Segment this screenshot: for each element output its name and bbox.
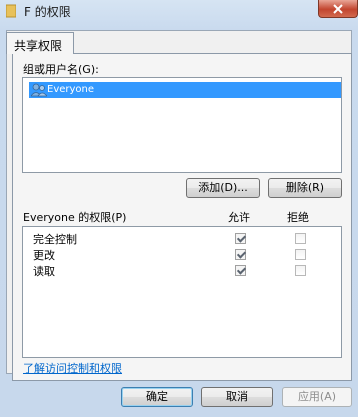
- learn-access-control-link[interactable]: 了解访问控制和权限: [23, 360, 122, 376]
- title-bar: F 的权限: [0, 0, 358, 22]
- folder-icon: [6, 4, 16, 18]
- permission-name: 读取: [33, 265, 55, 278]
- deny-read-checkbox[interactable]: [295, 265, 306, 276]
- deny-column-label: 拒绝: [287, 211, 309, 224]
- ok-button[interactable]: 确定: [121, 387, 193, 407]
- allow-full-control-checkbox[interactable]: [235, 233, 246, 244]
- remove-button[interactable]: 删除(R): [268, 178, 342, 198]
- users-listbox[interactable]: Everyone: [22, 77, 342, 173]
- permission-row-change: 更改: [23, 247, 341, 263]
- cancel-button[interactable]: 取消: [201, 387, 273, 407]
- groups-label: 组或用户名(G):: [23, 63, 99, 76]
- list-item-label: Everyone: [47, 84, 95, 95]
- deny-change-checkbox[interactable]: [295, 249, 306, 260]
- permission-row-read: 读取: [23, 263, 341, 279]
- add-button[interactable]: 添加(D)...: [186, 178, 260, 198]
- allow-read-checkbox[interactable]: [235, 265, 246, 276]
- list-item[interactable]: Everyone: [29, 82, 341, 98]
- permissions-header: Everyone 的权限(P): [23, 211, 127, 224]
- window-title: F 的权限: [24, 5, 71, 19]
- permission-name: 完全控制: [33, 233, 77, 246]
- permissions-list: 完全控制 更改 读取: [22, 226, 342, 358]
- close-icon: [333, 4, 343, 14]
- tab-share-permissions[interactable]: 共享权限: [6, 32, 74, 54]
- allow-column-label: 允许: [228, 211, 250, 224]
- deny-full-control-checkbox[interactable]: [295, 233, 306, 244]
- apply-button[interactable]: 应用(A): [282, 387, 352, 407]
- users-group-icon: [31, 83, 47, 97]
- close-button[interactable]: [318, 0, 358, 18]
- permission-name: 更改: [33, 249, 55, 262]
- permission-row-full-control: 完全控制: [23, 231, 341, 247]
- allow-change-checkbox[interactable]: [235, 249, 246, 260]
